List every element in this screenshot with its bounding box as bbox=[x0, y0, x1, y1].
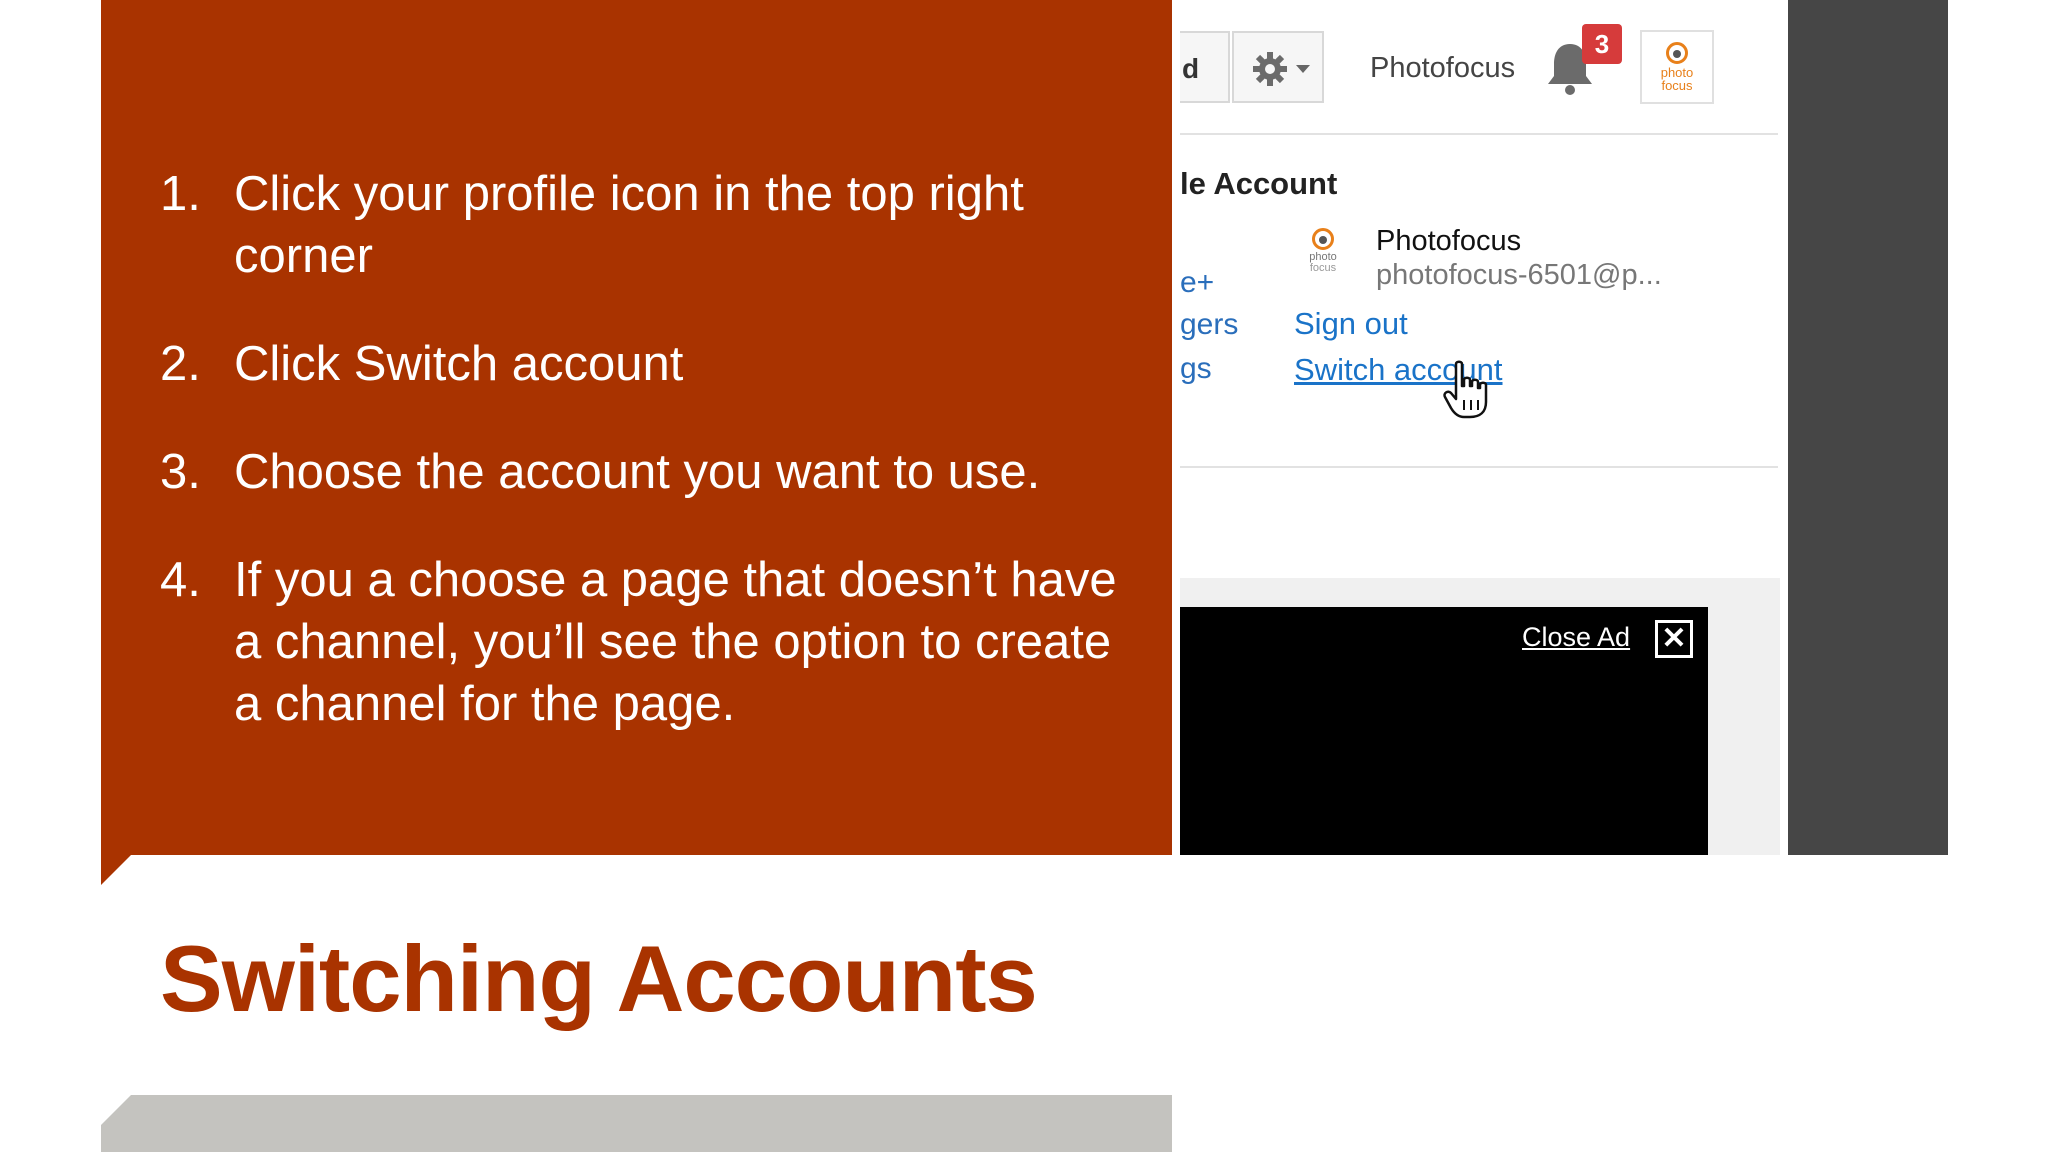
dark-side-bar bbox=[1788, 0, 1948, 855]
caret-down-icon bbox=[1296, 65, 1310, 73]
close-icon[interactable]: ✕ bbox=[1655, 620, 1693, 658]
toolbar-button-partial[interactable]: d bbox=[1180, 31, 1230, 103]
profile-avatar-button[interactable]: photo focus bbox=[1640, 30, 1714, 104]
sign-out-link[interactable]: Sign out bbox=[1294, 306, 1408, 342]
photofocus-logo-icon: photo focus bbox=[1298, 228, 1348, 274]
step-item: 4. If you a choose a page that doesn’t h… bbox=[160, 549, 1120, 735]
panel-notch bbox=[101, 855, 131, 885]
profile-email: photofocus-6501@p... bbox=[1376, 259, 1662, 291]
bottom-decor-bar bbox=[101, 1095, 1172, 1152]
divider bbox=[1180, 466, 1778, 468]
logo-text-line2: focus bbox=[1661, 78, 1693, 93]
step-item: 2. Click Switch account bbox=[160, 333, 1120, 395]
account-name[interactable]: Photofocus bbox=[1370, 52, 1515, 85]
divider bbox=[1180, 133, 1778, 135]
step-item: 3. Choose the account you want to use. bbox=[160, 441, 1120, 503]
hand-cursor-icon bbox=[1443, 360, 1488, 419]
step-text: Choose the account you want to use. bbox=[234, 445, 1041, 499]
steps-list: 1. Click your profile icon in the top ri… bbox=[160, 163, 1120, 781]
step-number: 2. bbox=[160, 337, 201, 391]
menu-item-partial[interactable]: e+ bbox=[1180, 266, 1214, 300]
menu-item-partial[interactable]: gs bbox=[1180, 352, 1212, 386]
step-item: 1. Click your profile icon in the top ri… bbox=[160, 163, 1120, 287]
logo-text-line2: focus bbox=[1309, 262, 1337, 274]
step-number: 4. bbox=[160, 553, 201, 607]
gear-icon bbox=[1253, 52, 1287, 86]
profile-avatar: photo focus bbox=[1298, 226, 1348, 280]
slide-title: Switching Accounts bbox=[160, 926, 1038, 1031]
settings-button[interactable] bbox=[1232, 31, 1324, 103]
step-number: 3. bbox=[160, 445, 201, 499]
notification-badge[interactable]: 3 bbox=[1582, 24, 1622, 64]
step-text: If you a choose a page that doesn’t have… bbox=[234, 553, 1117, 731]
slide: 1. Click your profile icon in the top ri… bbox=[0, 0, 2048, 1152]
photofocus-logo-icon: photo focus bbox=[1652, 42, 1702, 92]
profile-name: Photofocus bbox=[1376, 225, 1522, 257]
account-section-title: le Account bbox=[1180, 166, 1338, 201]
step-text: Click Switch account bbox=[234, 337, 684, 391]
step-number: 1. bbox=[160, 167, 201, 221]
youtube-screenshot: d Photofocus 3 photo focus le Account e+… bbox=[1180, 0, 1780, 855]
menu-item-partial[interactable]: gers bbox=[1180, 308, 1238, 342]
close-ad-link[interactable]: Close Ad bbox=[1522, 622, 1630, 653]
step-text: Click your profile icon in the top right… bbox=[234, 167, 1024, 283]
